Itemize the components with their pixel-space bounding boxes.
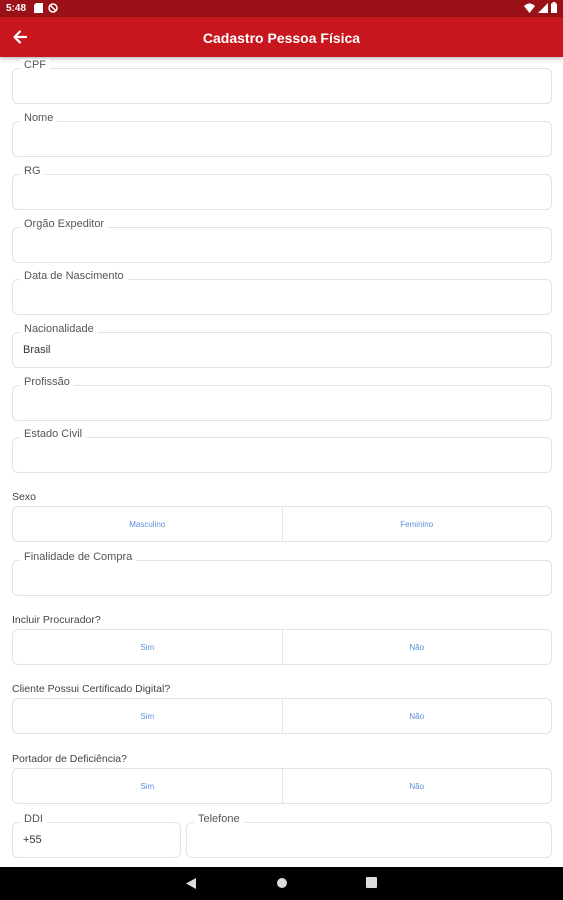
sexo-option-feminino[interactable]: Feminino [281,507,552,541]
estado-civil-field[interactable]: Estado Civil [12,428,552,473]
certificado-digital-option-sim[interactable]: Sim [13,699,282,733]
portador-deficiencia-selector: Sim Não [12,768,552,804]
estado-civil-label: Estado Civil [20,428,87,440]
cpf-field[interactable]: CPF [12,59,552,104]
nacionalidade-value: Brasil [23,344,51,356]
portador-deficiencia-label: Portador de Deficiência? [12,753,127,765]
profissao-field[interactable]: Profissão [12,376,552,421]
certificado-digital-selector: Sim Não [12,698,552,734]
certificado-digital-label: Cliente Possui Certificado Digital? [12,683,171,695]
profissao-label: Profissão [20,376,74,388]
system-navigation-bar [0,867,563,900]
ddi-field[interactable]: DDI +55 [12,813,181,858]
incluir-procurador-label: Incluir Procurador? [12,614,101,626]
do-not-disturb-icon [48,3,58,13]
incluir-procurador-option-nao[interactable]: Não [281,630,552,664]
nome-field[interactable]: Nome [12,112,552,157]
finalidade-compra-field[interactable]: Finalidade de Compra [12,551,552,596]
sexo-label: Sexo [12,491,36,503]
status-time: 5:48 [6,3,27,14]
nome-label: Nome [20,112,58,124]
nav-recents-icon[interactable] [366,877,377,888]
orgao-expeditor-label: Orgão Expeditor [20,218,109,230]
sexo-option-masculino[interactable]: Masculino [13,507,282,541]
finalidade-compra-label: Finalidade de Compra [20,551,137,563]
nav-home-icon[interactable] [276,877,288,889]
data-nascimento-label: Data de Nascimento [20,270,128,282]
battery-icon [551,2,557,13]
app-bar: Cadastro Pessoa Física [0,17,563,57]
nacionalidade-label: Nacionalidade [20,323,98,335]
incluir-procurador-option-sim[interactable]: Sim [13,630,282,664]
rg-label: RG [20,165,45,177]
cpf-label: CPF [20,59,50,71]
portador-deficiencia-option-sim[interactable]: Sim [13,769,282,803]
telefone-label: Telefone [194,813,244,825]
rg-field[interactable]: RG [12,165,552,210]
wifi-icon [524,3,535,13]
sexo-selector: Masculino Feminino [12,506,552,542]
nav-back-icon[interactable] [185,877,197,890]
incluir-procurador-selector: Sim Não [12,629,552,665]
status-bar: 5:48 [0,0,563,17]
status-icons [524,2,557,13]
page-title: Cadastro Pessoa Física [202,30,361,46]
telefone-field[interactable]: Telefone [186,813,552,858]
data-nascimento-field[interactable]: Data de Nascimento [12,270,552,315]
signal-icon [538,2,548,13]
orgao-expeditor-field[interactable]: Orgão Expeditor [12,218,552,263]
ddi-value: +55 [23,834,42,846]
ddi-label: DDI [20,813,47,825]
certificado-digital-option-nao[interactable]: Não [281,699,552,733]
sd-card-icon [34,3,43,13]
nacionalidade-field[interactable]: Nacionalidade Brasil [12,323,552,368]
portador-deficiencia-option-nao[interactable]: Não [281,769,552,803]
